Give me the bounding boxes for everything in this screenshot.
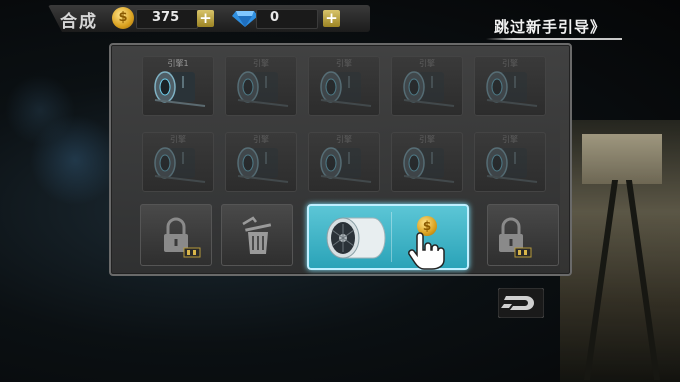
engine-slot[interactable]: 引擎 xyxy=(308,132,380,192)
locked-slot-left[interactable] xyxy=(140,204,212,266)
coin-icon: $ xyxy=(112,7,134,29)
coin-count: 375 xyxy=(152,10,180,25)
jet-engine-icon xyxy=(326,217,386,259)
trash-icon xyxy=(242,216,272,254)
background-rail xyxy=(625,180,661,380)
add-coins-button[interactable]: + xyxy=(197,10,214,27)
gem-value-box xyxy=(256,9,318,29)
background-corridor xyxy=(560,120,680,382)
engine-slot[interactable]: 引擎 xyxy=(474,56,546,116)
engine-slot[interactable]: 引擎 xyxy=(391,132,463,192)
lock-icon xyxy=(164,217,201,258)
top-bar: 合成 $ 375 + 0 + 跳过新手引导》 xyxy=(0,0,680,40)
engine-slot[interactable]: 引擎 xyxy=(391,56,463,116)
engine-slot[interactable]: 引擎1 xyxy=(142,56,214,116)
slot-divider xyxy=(391,212,392,262)
tap-hand-icon xyxy=(408,232,445,270)
engine-slot[interactable]: 引擎 xyxy=(225,132,297,192)
engine-slot[interactable]: 引擎 xyxy=(142,132,214,192)
skip-underline xyxy=(486,38,622,40)
background-door xyxy=(582,134,662,184)
engine-slot[interactable]: 引擎 xyxy=(474,132,546,192)
skip-tutorial-link[interactable]: 跳过新手引导》 xyxy=(494,16,606,37)
locked-slot-right[interactable] xyxy=(487,204,559,266)
engine-slot[interactable]: 引擎 xyxy=(225,56,297,116)
page-title: 合成 xyxy=(60,12,98,32)
add-gems-button[interactable]: + xyxy=(323,10,340,27)
engine-slot[interactable]: 引擎 xyxy=(308,56,380,116)
background-rail xyxy=(583,180,619,380)
gem-icon xyxy=(232,11,258,27)
trash-button[interactable] xyxy=(221,204,293,266)
lock-icon xyxy=(499,217,532,258)
selected-engine-slot[interactable]: $ xyxy=(307,204,469,270)
d-logo-icon xyxy=(498,288,544,318)
gem-count: 0 xyxy=(270,10,280,25)
